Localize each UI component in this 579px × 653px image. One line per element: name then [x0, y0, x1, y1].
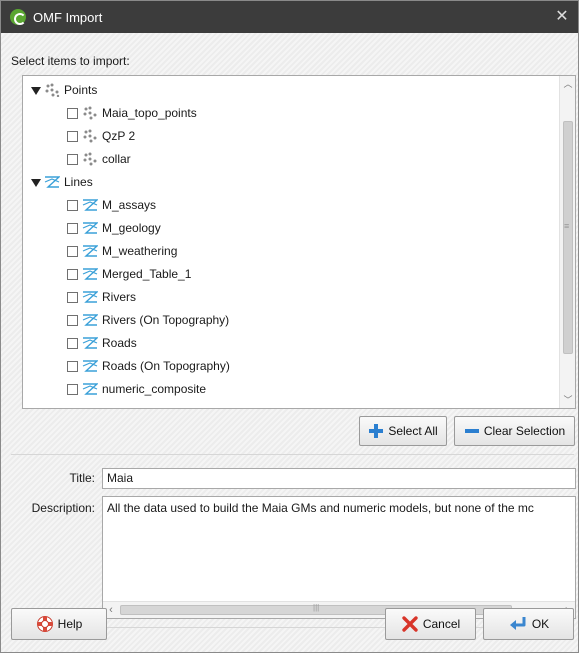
cancel-x-icon	[402, 616, 418, 632]
tree-group-next[interactable]	[31, 401, 64, 409]
scrollbar-grip-icon: ≡	[564, 221, 570, 231]
points-icon	[83, 129, 97, 143]
select-items-label: Select items to import:	[11, 54, 130, 68]
help-button[interactable]: Help	[11, 608, 107, 640]
tree-item-label: M_weathering	[102, 244, 178, 258]
tree-item-label: collar	[102, 152, 131, 166]
tree-item-label: Merged_Table_1	[102, 267, 192, 281]
tree-item-label: M_geology	[102, 221, 161, 235]
clear-selection-button[interactable]: Clear Selection	[454, 416, 575, 446]
tree-group-lines[interactable]: Lines	[31, 171, 93, 193]
omf-import-dialog: OMF Import ✕ Select items to import: Poi…	[0, 0, 579, 653]
tree-item[interactable]: M_assays	[67, 194, 156, 216]
ok-button[interactable]: OK	[483, 608, 574, 640]
title-label: Title:	[69, 471, 95, 485]
tree-group-points[interactable]: Points	[31, 79, 97, 101]
tree-item[interactable]: Rivers (On Topography)	[67, 309, 229, 331]
tree-item[interactable]: M_geology	[67, 217, 161, 239]
tree-item[interactable]: Roads	[67, 332, 137, 354]
lines-icon	[82, 245, 98, 257]
close-icon[interactable]: ✕	[552, 6, 572, 26]
tree-item-label: Rivers (On Topography)	[102, 313, 230, 327]
lines-icon	[82, 360, 98, 372]
cancel-button[interactable]: Cancel	[385, 608, 476, 640]
points-icon	[45, 83, 60, 97]
item-checkbox[interactable]	[67, 291, 78, 303]
scroll-down-icon[interactable]: ﹀	[560, 392, 575, 408]
item-checkbox[interactable]	[67, 268, 78, 280]
scroll-up-icon[interactable]: ︿	[560, 76, 575, 92]
title-bar: OMF Import ✕	[1, 1, 578, 33]
tree-group-label: Points	[64, 83, 98, 97]
tree-item-label: Roads	[102, 336, 137, 350]
tree-item[interactable]: QzP 2	[67, 125, 135, 147]
item-checkbox[interactable]	[67, 337, 78, 349]
window-title: OMF Import	[33, 9, 103, 25]
tree-item[interactable]: M_weathering	[67, 240, 177, 262]
expand-collapse-icon[interactable]	[31, 85, 41, 95]
title-input[interactable]: Maia	[102, 468, 576, 489]
ok-label: OK	[531, 617, 550, 631]
description-text: All the data used to build the Maia GMs …	[107, 501, 534, 515]
points-icon	[83, 106, 97, 120]
surface-icon	[44, 405, 60, 409]
item-checkbox[interactable]	[67, 360, 78, 372]
cancel-label: Cancel	[422, 617, 461, 631]
plus-icon	[369, 424, 384, 438]
select-all-label: Select All	[388, 424, 438, 438]
tree-item[interactable]: Merged_Table_1	[67, 263, 191, 285]
item-checkbox[interactable]	[67, 222, 78, 234]
help-lifebuoy-icon	[36, 616, 53, 632]
item-checkbox[interactable]	[67, 383, 78, 395]
tree-group-label: Lines	[64, 175, 93, 189]
clear-selection-label: Clear Selection	[483, 424, 566, 438]
item-checkbox[interactable]	[67, 314, 78, 326]
lines-icon	[82, 383, 98, 395]
expand-collapse-icon[interactable]	[31, 177, 41, 187]
tree-vertical-scrollbar[interactable]: ︿ ≡ ﹀	[559, 76, 575, 408]
tree-item-label: QzP 2	[102, 129, 136, 143]
tree-item[interactable]: numeric_composite	[67, 378, 206, 400]
tree-item-label: Rivers	[102, 290, 137, 304]
lines-icon	[82, 291, 98, 303]
description-label: Description:	[31, 501, 95, 515]
lines-icon	[82, 314, 98, 326]
tree-item[interactable]: collar	[67, 148, 131, 170]
item-checkbox[interactable]	[67, 153, 78, 165]
scrollbar-grip-icon: |||	[313, 603, 320, 612]
tree-item-label: Roads (On Topography)	[102, 359, 230, 373]
item-checkbox[interactable]	[67, 199, 78, 211]
lines-icon	[82, 222, 98, 234]
tree-item-label: Maia_topo_points	[102, 106, 197, 120]
tree-item-label: numeric_composite	[102, 382, 207, 396]
tree-item-label: M_assays	[102, 198, 157, 212]
lines-icon	[82, 268, 98, 280]
item-checkbox[interactable]	[67, 130, 78, 142]
lines-icon	[82, 337, 98, 349]
app-logo-icon	[10, 9, 26, 25]
scrollbar-thumb[interactable]	[563, 121, 573, 354]
tree-item[interactable]: Maia_topo_points	[67, 102, 197, 124]
enter-arrow-icon	[509, 617, 526, 630]
description-textarea[interactable]: All the data used to build the Maia GMs …	[102, 496, 576, 619]
points-icon	[83, 152, 97, 166]
help-label: Help	[57, 617, 83, 631]
lines-icon	[44, 176, 60, 188]
tree-item[interactable]: Rivers	[67, 286, 136, 308]
expand-collapse-icon[interactable]	[31, 407, 41, 408]
select-all-button[interactable]: Select All	[359, 416, 447, 446]
divider	[11, 454, 574, 455]
item-checkbox[interactable]	[67, 245, 78, 257]
lines-icon	[82, 199, 98, 211]
item-tree[interactable]: Points Maia_topo_points QzP 2 collar Lin…	[22, 75, 576, 409]
tree-item[interactable]: Roads (On Topography)	[67, 355, 230, 377]
item-checkbox[interactable]	[67, 107, 78, 119]
minus-icon	[464, 429, 479, 433]
